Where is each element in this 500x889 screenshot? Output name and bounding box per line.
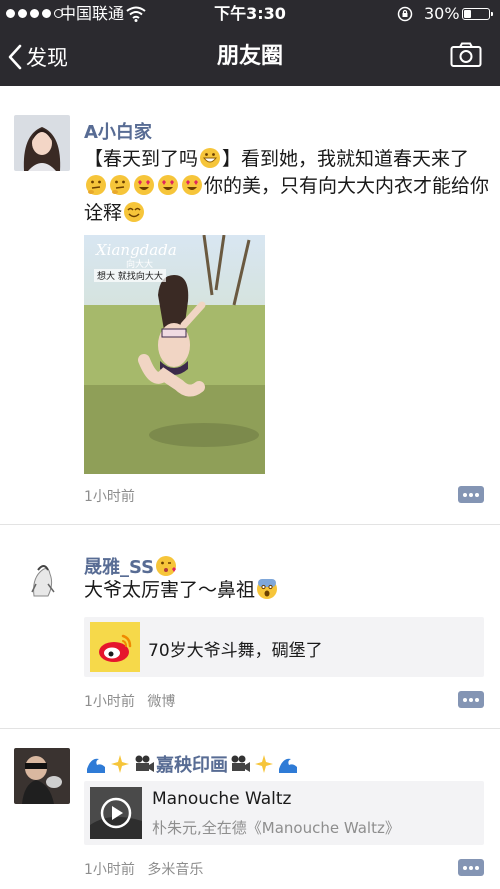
music-title: Manouche Waltz — [152, 789, 292, 809]
battery-level — [464, 10, 471, 18]
shared-music-card[interactable]: Manouche Waltz 朴朱元,全在德《Manouche Waltz》 — [84, 781, 484, 845]
post-text-part: 】看到她，我就知道春天来了 — [222, 148, 470, 170]
heart-eyes-emoji-icon — [134, 175, 154, 195]
image-caption: 想大 就找向大大 — [94, 269, 166, 282]
post-meta: 1小时前 微博 — [84, 691, 183, 711]
rotation-lock-icon — [397, 6, 413, 22]
movie-camera-emoji-icon — [231, 755, 250, 772]
comment-button[interactable] — [458, 691, 484, 708]
author-name-text: 嘉秧印画 — [156, 755, 228, 776]
post-source[interactable]: 多米音乐 — [147, 862, 203, 878]
weibo-icon — [90, 622, 140, 672]
camera-icon[interactable] — [450, 42, 482, 68]
music-artist: 朴朱元,全在德《Manouche Waltz》 — [152, 819, 400, 837]
wave-emoji-icon — [87, 758, 105, 773]
battery-percent: 30% — [424, 4, 460, 23]
scream-emoji-icon — [257, 579, 278, 599]
post-text-part: 大爷太厉害了～鼻祖 — [84, 579, 256, 601]
moment-post: 嘉秧印画 Manouche Waltz 朴朱元,全在德《Manouche Wal… — [0, 729, 500, 889]
page-title: 朋友圈 — [216, 44, 283, 69]
post-source[interactable]: 微博 — [147, 694, 175, 710]
status-bar: 中国联通 下午3:30 30% — [0, 0, 500, 28]
post-image[interactable]: Xiangdada 向大大 想大 就找向大大 — [84, 235, 265, 474]
top-bar: 中国联通 下午3:30 30% 发现 朋友圈 — [0, 0, 500, 86]
comment-button[interactable] — [458, 486, 484, 503]
moment-post: A小白家 【春天到了吗 】看到她，我就知道春天来了你的美，只有向大大内衣才能给你诠… — [0, 86, 500, 524]
avatar[interactable] — [14, 748, 70, 804]
grin-emoji-icon — [200, 148, 221, 168]
kiss-emoji-icon — [156, 556, 177, 576]
post-time: 1小时前 — [84, 862, 135, 878]
post-time: 1小时前 — [84, 489, 135, 505]
shared-link-card[interactable]: 70岁大爷斗舞，碉堡了 — [84, 617, 484, 677]
sparkles-emoji-icon — [111, 755, 129, 773]
wave-emoji-icon — [279, 758, 297, 773]
post-text: 【春天到了吗 】看到她，我就知道春天来了你的美，只有向大大内衣才能给你诠释 — [84, 146, 489, 227]
post-text: 大爷太厉害了～鼻祖 — [84, 577, 489, 604]
author-name[interactable]: 晟雅_SS — [84, 553, 178, 579]
avatar[interactable] — [14, 115, 70, 171]
post-time: 1小时前 — [84, 694, 135, 710]
smile-emoji-icon — [124, 202, 145, 222]
album-cover[interactable] — [90, 787, 142, 839]
movie-camera-emoji-icon — [135, 755, 154, 772]
shared-link-title: 70岁大爷斗舞，碉堡了 — [148, 641, 323, 661]
post-text-part: 【春天到了吗 — [84, 148, 199, 170]
battery-icon — [462, 8, 493, 20]
author-name[interactable]: 嘉秧印画 — [84, 751, 300, 777]
heart-eyes-emoji-icon — [182, 175, 202, 195]
thinking-emoji-icon — [110, 175, 130, 195]
sparkles-emoji-icon — [255, 755, 273, 773]
avatar[interactable] — [14, 550, 70, 606]
author-name[interactable]: A小白家 — [84, 118, 152, 144]
author-name-text: 晟雅_SS — [84, 557, 155, 578]
thinking-emoji-icon — [86, 175, 106, 195]
moment-post: 晟雅_SS 大爷太厉害了～鼻祖 70岁大爷斗舞，碉堡了 1小时前 微博 — [0, 525, 500, 728]
navigation-bar: 发现 朋友圈 — [0, 28, 500, 86]
heart-eyes-emoji-icon — [158, 175, 178, 195]
post-meta: 1小时前 多米音乐 — [84, 859, 211, 879]
post-meta: 1小时前 — [84, 486, 143, 506]
comment-button[interactable] — [458, 859, 484, 876]
